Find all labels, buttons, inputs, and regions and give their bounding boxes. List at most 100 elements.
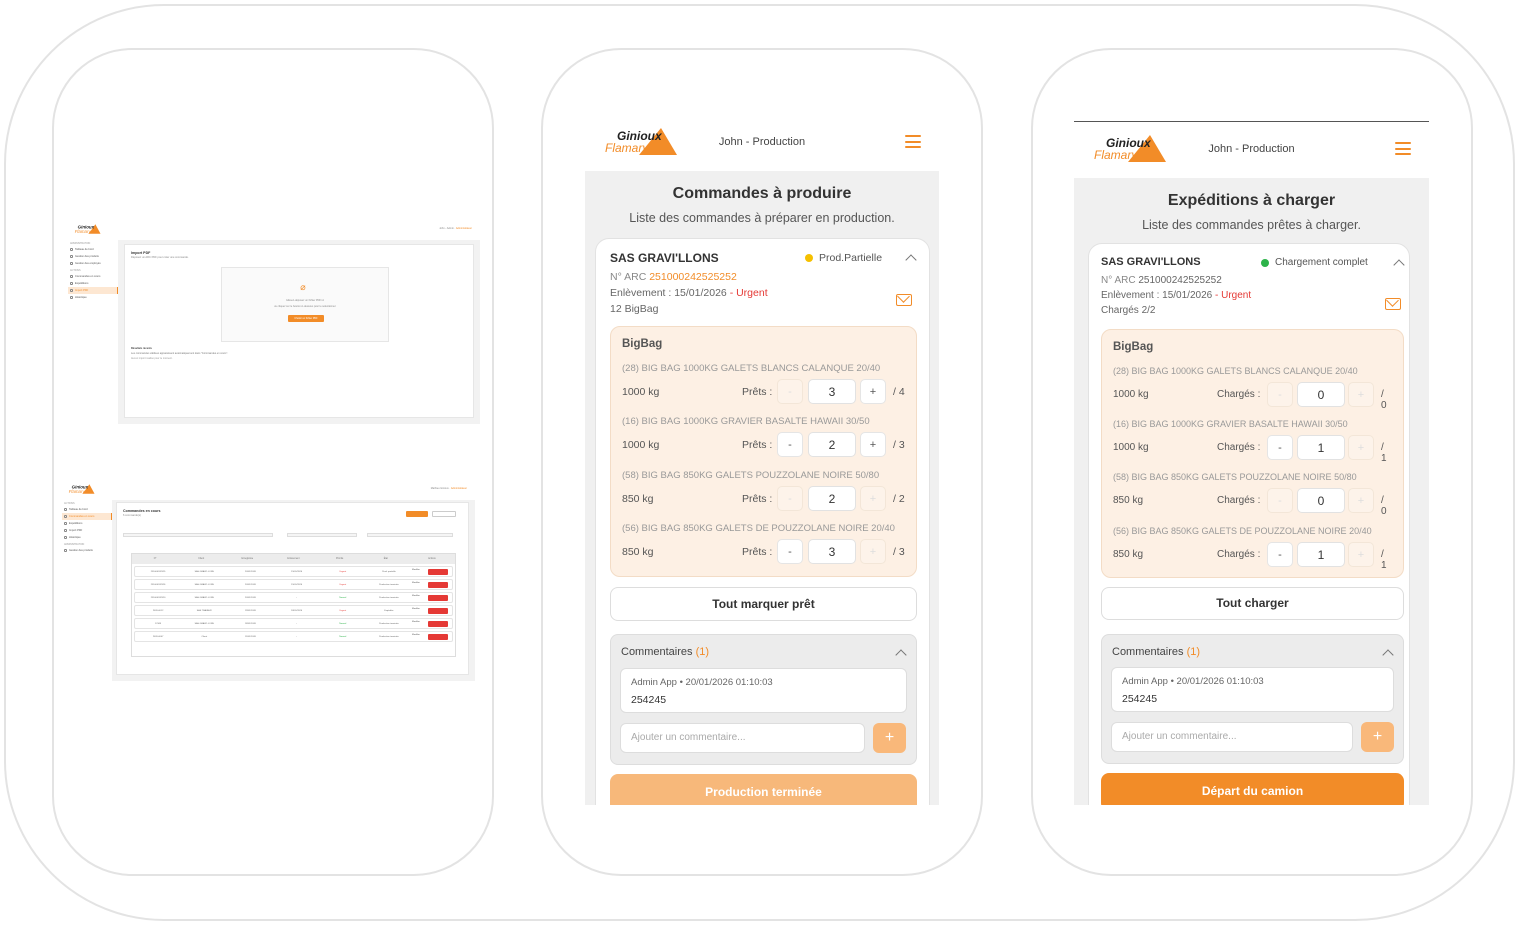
qty-input[interactable]: 2 <box>808 432 856 457</box>
table-row[interactable]: 2026-0007 Client 15/01/2026- Normal Producti… <box>134 631 453 642</box>
desktop-user[interactable]: John - Admin · Administrateur <box>439 227 472 230</box>
sidebar-item-shipping[interactable]: Expéditions <box>62 520 112 527</box>
table-row[interactable]: 12345 SAS GRAVI'LLONS 18/01/2026- Normal Pro… <box>134 618 453 629</box>
decrement-button[interactable]: - <box>1267 488 1293 513</box>
sidebar-item-history[interactable]: Historique <box>62 534 112 541</box>
modify-button[interactable]: Modifier <box>412 595 426 601</box>
sidebar-item-products[interactable]: Gestion des produits <box>62 547 112 554</box>
decrement-button[interactable]: - <box>777 539 803 564</box>
delete-button[interactable] <box>428 594 449 601</box>
pdf-dropzone[interactable]: ⌀ Glissez-déposez un fichier PDF ici ou … <box>221 267 389 342</box>
desktop-panel <box>52 48 494 876</box>
item-weight: 850 kg <box>1113 549 1144 560</box>
qty-label: Chargés : <box>1217 549 1261 560</box>
table-row[interactable]: 251000242520 SAS GRAVI'LLONS 20/01/2026- No… <box>134 592 453 603</box>
shipment-card: SAS GRAVI'LLONS Chargement complet N° AR… <box>1088 243 1410 805</box>
page-title: Expéditions à charger <box>1167 192 1336 209</box>
sort-select[interactable] <box>367 533 453 537</box>
hamburger-menu-icon[interactable] <box>905 135 921 148</box>
sidebar-item-orders[interactable]: Commandes en cours <box>62 513 112 520</box>
sidebar-item-dashboard[interactable]: Tableau de bord <box>62 506 112 513</box>
decrement-button[interactable]: - <box>1267 542 1293 567</box>
hamburger-menu-icon[interactable] <box>1395 142 1411 155</box>
mark-all-ready-button[interactable]: Tout marquer prêt <box>610 587 917 621</box>
refresh-button[interactable] <box>432 511 456 517</box>
column-header: Priorité <box>335 558 344 560</box>
item-name: (56) BIG BAG 850KG GALETS DE POUZZOLANE … <box>1113 526 1372 536</box>
choose-pdf-button[interactable]: Choisir un fichier PDF <box>288 315 324 322</box>
status-filter[interactable] <box>287 533 357 537</box>
production-finished-button[interactable]: Production terminée <box>610 774 917 805</box>
load-all-button[interactable]: Tout charger <box>1101 587 1404 620</box>
recent-results-empty: Aucun import réalisé pour le moment. <box>131 357 173 360</box>
desktop-user[interactable]: Mathieu Ginioux · Administrateur <box>431 487 467 490</box>
modify-button[interactable]: Modifier <box>412 569 426 575</box>
increment-button[interactable]: + <box>860 432 886 457</box>
table-row[interactable]: 251000242525 SAS GRAVI'LLONS 20/01/2026 15/… <box>134 566 453 577</box>
comment-input[interactable]: Ajouter un commentaire... <box>620 723 865 753</box>
sidebar-item-employees[interactable]: Gestion des employés <box>68 260 118 267</box>
increment-button[interactable]: + <box>1348 542 1374 567</box>
increment-button[interactable]: + <box>860 486 886 511</box>
qty-input[interactable]: 1 <box>1297 435 1345 460</box>
sidebar-item-history[interactable]: Historique <box>68 294 118 301</box>
increment-button[interactable]: + <box>860 539 886 564</box>
user-label: John - Production <box>1208 143 1295 155</box>
qty-input[interactable]: 2 <box>808 486 856 511</box>
delete-button[interactable] <box>428 633 449 640</box>
increment-button[interactable]: + <box>1348 435 1374 460</box>
recent-results-title: Résultats récents <box>131 347 152 350</box>
sidebar-item-import[interactable]: Import PDF <box>62 527 112 534</box>
chevron-up-icon[interactable] <box>1393 259 1405 271</box>
delete-button[interactable] <box>428 620 449 627</box>
sidebar-item-import[interactable]: Import PDF <box>68 287 118 294</box>
sidebar-item-products[interactable]: Gestion des produits <box>68 253 118 260</box>
increment-button[interactable]: + <box>1348 488 1374 513</box>
sidebar-item-orders[interactable]: Commandes en cours <box>68 273 118 280</box>
comments-section: Commentaires (1) Admin App • 20/01/2026 … <box>1101 634 1404 764</box>
shipping-phone-screen: Ginioux Flamary John - Production Expédi… <box>1074 121 1429 805</box>
truck-departure-button[interactable]: Départ du camion <box>1101 773 1404 805</box>
modify-button[interactable]: Modifier <box>412 621 426 627</box>
comment-input[interactable]: Ajouter un commentaire... <box>1111 722 1353 752</box>
item-total: / 0 <box>1381 389 1387 411</box>
orders-table: N° Client Enregistrée Enlèvement Priorit… <box>131 553 456 657</box>
mail-icon[interactable] <box>896 294 912 306</box>
qty-input[interactable]: 0 <box>1297 488 1345 513</box>
table-row[interactable]: 2026-0012 SAS TRAVAUX 19/01/2026 18/01/2026… <box>134 605 453 616</box>
item-total: / 1 <box>1381 442 1387 464</box>
decrement-button[interactable]: - <box>777 432 803 457</box>
item-weight: 850 kg <box>1113 495 1144 506</box>
item-total: / 0 <box>1381 495 1387 517</box>
increment-button[interactable]: + <box>1348 382 1374 407</box>
chevron-up-icon[interactable] <box>905 254 917 266</box>
sidebar-item-shipping[interactable]: Expéditions <box>68 280 118 287</box>
delete-button[interactable] <box>428 581 449 588</box>
decrement-button[interactable]: - <box>777 486 803 511</box>
search-input[interactable] <box>123 533 273 537</box>
qty-input[interactable]: 0 <box>1297 382 1345 407</box>
modify-button[interactable]: Modifier <box>412 582 426 588</box>
qty-input[interactable]: 1 <box>1297 542 1345 567</box>
qty-input[interactable]: 3 <box>808 539 856 564</box>
table-row[interactable]: 251000242526 SAS GRAVI'LLONS 20/01/2026 15/… <box>134 579 453 590</box>
qty-input[interactable]: 3 <box>808 379 856 404</box>
decrement-button[interactable]: - <box>1267 382 1293 407</box>
modify-button[interactable]: Modifier <box>412 608 426 614</box>
mail-icon[interactable] <box>1385 298 1401 310</box>
import-pdf-button[interactable] <box>406 511 428 517</box>
decrement-button[interactable]: - <box>777 379 803 404</box>
add-comment-button[interactable]: + <box>1361 722 1394 752</box>
increment-button[interactable]: + <box>860 379 886 404</box>
add-comment-button[interactable]: + <box>873 723 906 753</box>
decrement-button[interactable]: - <box>1267 435 1293 460</box>
page-title: Commandes à produire <box>672 185 852 202</box>
chevron-up-icon[interactable] <box>1382 649 1394 661</box>
comments-header: Commentaires (1) <box>1112 646 1201 658</box>
chevron-up-icon[interactable] <box>895 649 907 661</box>
sidebar-item-dashboard[interactable]: Tableau de bord <box>68 246 118 253</box>
delete-button[interactable] <box>428 607 449 614</box>
qty-label: Chargés : <box>1217 389 1261 400</box>
delete-button[interactable] <box>428 568 449 575</box>
modify-button[interactable]: Modifier <box>412 634 426 640</box>
